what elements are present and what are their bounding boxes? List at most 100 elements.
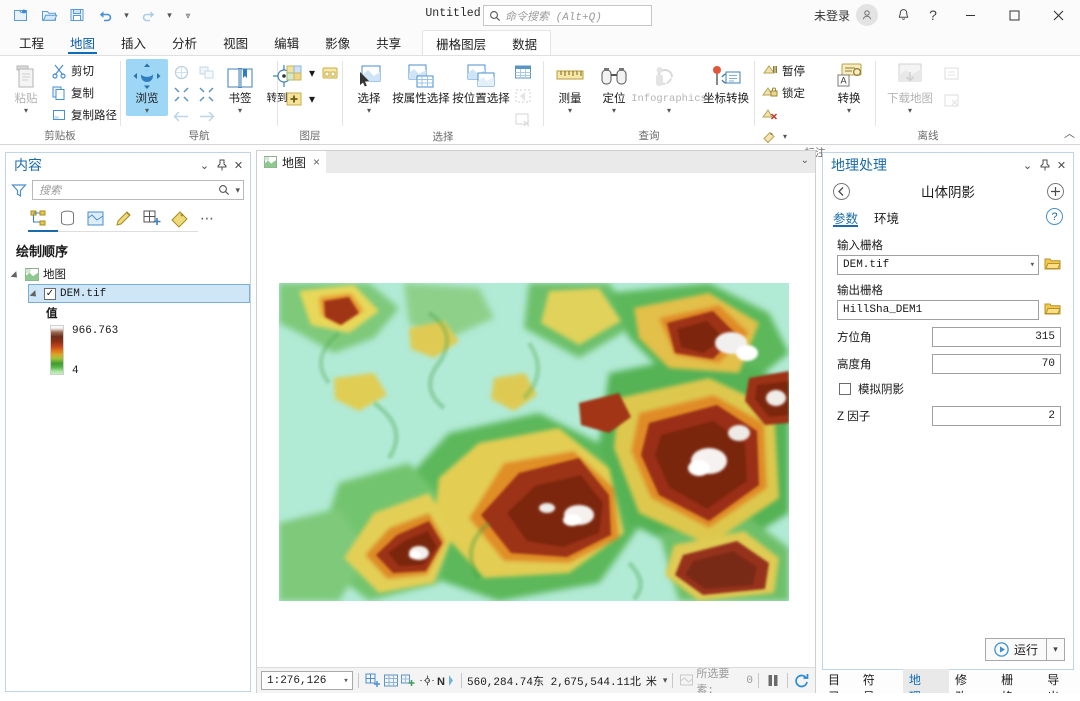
measure-caret-icon[interactable]: ▾ [568,107,572,115]
pause-labeling-button[interactable]: 暂停 [760,60,826,81]
close-button[interactable] [1036,0,1080,30]
tab-environments[interactable]: 环境 [874,205,899,229]
select-all-button[interactable] [512,85,534,107]
azimuth-input[interactable]: 315 [932,327,1061,347]
run-button[interactable]: 运行 [984,638,1047,661]
grid-icon[interactable] [382,671,400,691]
map-scale-combo[interactable]: 1:276,126 ▾ [261,671,353,690]
full-extent-button[interactable] [170,61,192,83]
notifications-bell-icon[interactable] [888,0,918,30]
more-options-icon[interactable]: ⋯ [196,207,218,229]
list-by-snapping-icon[interactable] [140,207,162,229]
locate-button[interactable]: 定位 ▾ [593,59,635,116]
coordinate-conversion-button[interactable]: 坐标转换 [703,59,749,108]
bookmarks-caret-icon[interactable]: ▾ [238,107,242,115]
search-icon[interactable] [218,184,230,196]
tab-parameters[interactable]: 参数 [833,205,859,229]
geoprocessing-close-icon[interactable]: ✕ [1053,156,1070,174]
explore-button[interactable]: 浏览 ▾ [126,59,168,116]
geoprocessing-menu-icon[interactable]: ⌄ [1019,156,1036,174]
clear-selection-button[interactable] [512,109,534,131]
measure-button[interactable]: 测量 ▾ [549,59,591,116]
redo-dropdown-icon[interactable]: ▾ [163,3,176,27]
download-map-button[interactable]: 下载地图 ▾ [881,59,939,116]
coordinate-unit-dropdown-icon[interactable]: ▾ [657,675,668,686]
collapse-ribbon-icon[interactable]: ︿ [1064,125,1075,141]
input-raster-browse-icon[interactable] [1044,256,1061,274]
contents-search-dropdown-icon[interactable]: ▾ [232,185,240,196]
new-project-icon[interactable] [8,3,34,27]
explore-caret-icon[interactable]: ▾ [145,107,149,115]
tab-insert[interactable]: 插入 [108,29,159,55]
output-raster-browse-icon[interactable] [1044,301,1061,319]
maximize-button[interactable] [992,0,1036,30]
filter-icon[interactable] [11,183,27,198]
map-scale-dropdown-icon[interactable]: ▾ [343,676,348,686]
customize-qat-icon[interactable]: ⩔ [178,3,198,27]
contents-menu-icon[interactable]: ⌄ [196,156,213,174]
command-search-box[interactable]: 命令搜索 (Alt+Q) [483,5,652,26]
tab-imagery[interactable]: 影像 [312,29,363,55]
label-settings-caret-icon[interactable]: ▾ [783,132,787,141]
paste-caret-icon[interactable]: ▾ [24,107,28,115]
redo-icon[interactable] [135,3,161,27]
list-by-data-source-icon[interactable] [56,207,78,229]
tab-analysis[interactable]: 分析 [159,29,210,55]
sign-in-status[interactable]: 未登录 [814,7,850,24]
expand-arrow-icon-2[interactable] [31,289,40,298]
tab-view[interactable]: 视图 [210,29,261,55]
basemap-caret-icon[interactable]: ▾ [309,66,315,80]
layer-visibility-checkbox[interactable]: ✓ [44,287,56,300]
bookmarks-button[interactable]: 书签 ▾ [219,59,261,116]
undo-icon[interactable] [92,3,118,27]
select-caret-icon[interactable]: ▾ [367,107,371,115]
tab-data[interactable]: 数据 [499,31,550,55]
sync-offline-button[interactable] [941,63,963,85]
add-grid-icon[interactable] [364,671,382,691]
contents-close-icon[interactable]: ✕ [230,156,247,174]
infographics-caret-icon[interactable]: ▾ [667,107,671,115]
locate-caret-icon[interactable]: ▾ [612,107,616,115]
map-view-tab[interactable]: 地图 × [257,151,327,173]
label-settings-button[interactable]: ▾ [760,126,826,147]
list-by-editing-icon[interactable] [112,207,134,229]
contents-pin-icon[interactable] [213,156,230,174]
fixed-zoom-out-button[interactable] [195,83,217,105]
forward-extent-button[interactable] [195,105,217,127]
tree-item-map[interactable]: 地图 [6,264,250,284]
add-data-caret-icon[interactable]: ▾ [309,92,315,106]
pause-drawing-icon[interactable] [764,671,782,691]
north-arrow-icon[interactable]: N [436,671,456,691]
copy-button[interactable]: 复制 [49,82,121,103]
avatar[interactable] [856,4,878,26]
convert-labels-caret-icon[interactable]: ▾ [847,107,851,115]
geoprocessing-pin-icon[interactable] [1036,156,1053,174]
altitude-input[interactable]: 70 [932,354,1061,374]
refresh-icon[interactable] [793,671,811,691]
geoprocessing-help-icon[interactable]: ? [1046,208,1063,225]
plus-icon[interactable] [1045,181,1065,201]
tab-project[interactable]: 工程 [6,29,57,55]
remove-offline-button[interactable] [941,90,963,112]
download-map-caret-icon[interactable]: ▾ [908,107,912,115]
tab-edit[interactable]: 编辑 [261,29,312,55]
z-factor-input[interactable]: 2 [932,406,1061,426]
select-button[interactable]: 选择 ▾ [348,59,390,116]
undo-dropdown-icon[interactable]: ▾ [120,3,133,27]
help-icon[interactable]: ? [918,0,948,30]
tab-map[interactable]: 地图 [57,29,108,55]
select-by-location-button[interactable]: 按位置选择 [452,59,510,108]
copy-path-button[interactable]: 复制路径 [49,104,121,125]
list-by-drawing-order-icon[interactable] [28,207,50,229]
map-tabs-dropdown-icon[interactable]: ⌄ [801,155,809,166]
expand-arrow-icon[interactable] [12,270,21,279]
snapping-icon[interactable] [400,671,418,691]
remove-labels-button[interactable] [760,104,826,125]
input-raster-combo[interactable]: DEM.tif ▾ [837,255,1039,275]
previous-extent-button[interactable] [195,61,217,83]
save-project-icon[interactable] [64,3,90,27]
tab-raster-layer[interactable]: 栅格图层 [423,31,499,55]
attribute-table-button[interactable] [512,61,534,83]
minimize-button[interactable] [948,0,992,30]
tab-share[interactable]: 共享 [363,29,414,55]
